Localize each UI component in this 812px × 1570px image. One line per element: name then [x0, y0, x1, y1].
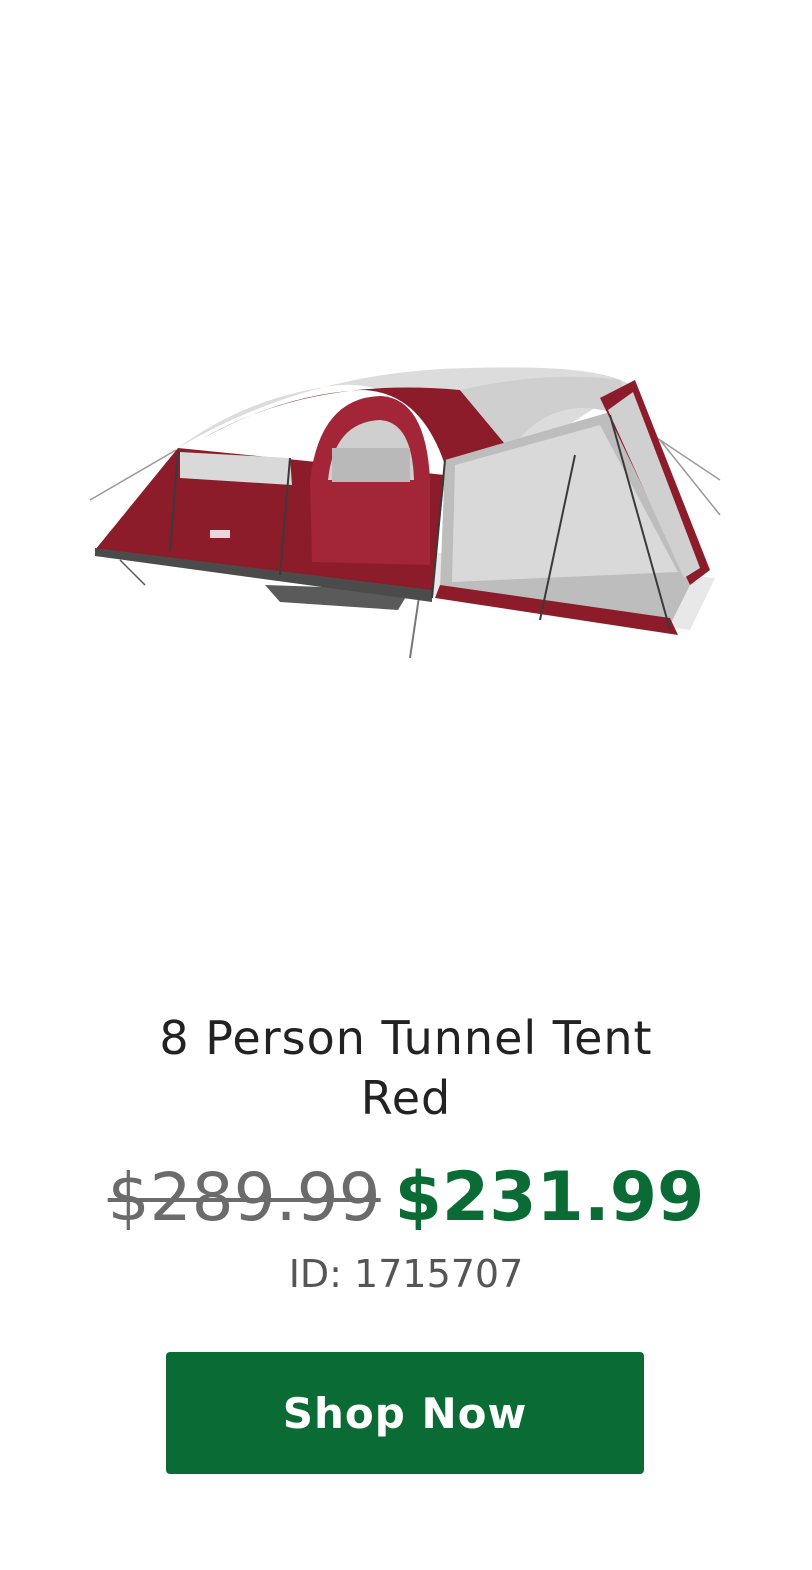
- product-card[interactable]: 8 Person Tunnel Tent Red $289.99 $231.99 …: [0, 0, 812, 1570]
- product-title-line1: 8 Person Tunnel Tent: [159, 1011, 653, 1065]
- product-image[interactable]: [80, 340, 732, 670]
- sale-price: $231.99: [394, 1158, 705, 1237]
- product-title-line2: Red: [360, 1071, 452, 1125]
- tent-illustration: [89, 367, 721, 659]
- shop-now-button[interactable]: Shop Now: [166, 1352, 644, 1474]
- product-id: ID: 1715707: [288, 1252, 524, 1296]
- price-row: $289.99 $231.99: [0, 1158, 812, 1237]
- original-price: $289.99: [107, 1159, 381, 1236]
- product-title[interactable]: 8 Person Tunnel Tent Red: [80, 1008, 732, 1128]
